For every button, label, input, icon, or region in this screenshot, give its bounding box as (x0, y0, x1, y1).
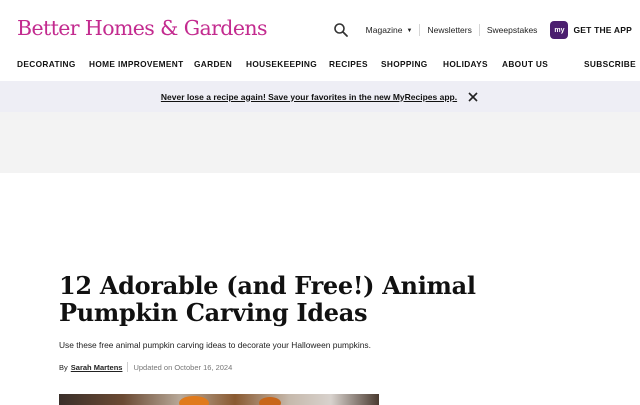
close-icon[interactable] (467, 91, 479, 103)
byline-prefix: By (59, 362, 68, 372)
hero-image (59, 394, 379, 405)
pumpkin-glow (259, 397, 281, 405)
byline: By Sarah Martens Updated on October 16, … (59, 362, 232, 372)
nav-item-home-improvement[interactable]: HOME IMPROVEMENT (89, 59, 184, 69)
site-header: Better Homes & Gardens Magazine ▼ Newslet… (0, 0, 640, 56)
search-icon[interactable] (333, 22, 349, 38)
nav-item-about-us[interactable]: ABOUT US (502, 59, 548, 69)
promo-banner: Never lose a recipe again! Save your fav… (0, 81, 640, 112)
subscribe-link[interactable]: SUBSCRIBE (584, 59, 636, 69)
nav-item-shopping[interactable]: SHOPPING (381, 59, 428, 69)
updated-date: Updated on October 16, 2024 (133, 362, 233, 372)
myrecipes-app-icon: my (550, 21, 569, 39)
article-dek: Use these free animal pumpkin carving id… (59, 340, 371, 350)
nav-item-garden[interactable]: GARDEN (194, 59, 232, 69)
magazine-label: Magazine (365, 24, 403, 35)
header-utility-bar: Magazine ▼ Newsletters Sweepstakes my GET… (333, 20, 632, 40)
article-title: 12 Adorable (and Free!) Animal Pumpkin C… (59, 271, 476, 327)
ad-placeholder (0, 112, 640, 173)
pumpkin-glow (179, 396, 209, 405)
promo-link[interactable]: Never lose a recipe again! Save your fav… (161, 92, 457, 102)
get-the-app-label: GET THE APP (573, 25, 632, 35)
get-the-app-button[interactable]: my GET THE APP (550, 21, 632, 39)
nav-item-housekeeping[interactable]: HOUSEKEEPING (246, 59, 317, 69)
sweepstakes-link[interactable]: Sweepstakes (478, 24, 545, 36)
nav-item-recipes[interactable]: RECIPES (329, 59, 368, 69)
nav-item-decorating[interactable]: DECORATING (17, 59, 76, 69)
site-logo[interactable]: Better Homes & Gardens (17, 16, 267, 40)
main-nav: DECORATING HOME IMPROVEMENT GARDEN HOUSE… (0, 56, 640, 80)
caret-down-icon: ▼ (406, 27, 413, 34)
nav-item-holidays[interactable]: HOLIDAYS (443, 59, 488, 69)
author-link[interactable]: Sarah Martens (71, 363, 123, 372)
magazine-menu[interactable]: Magazine ▼ (360, 24, 420, 37)
byline-divider (127, 362, 129, 372)
newsletters-link[interactable]: Newsletters (419, 24, 478, 36)
